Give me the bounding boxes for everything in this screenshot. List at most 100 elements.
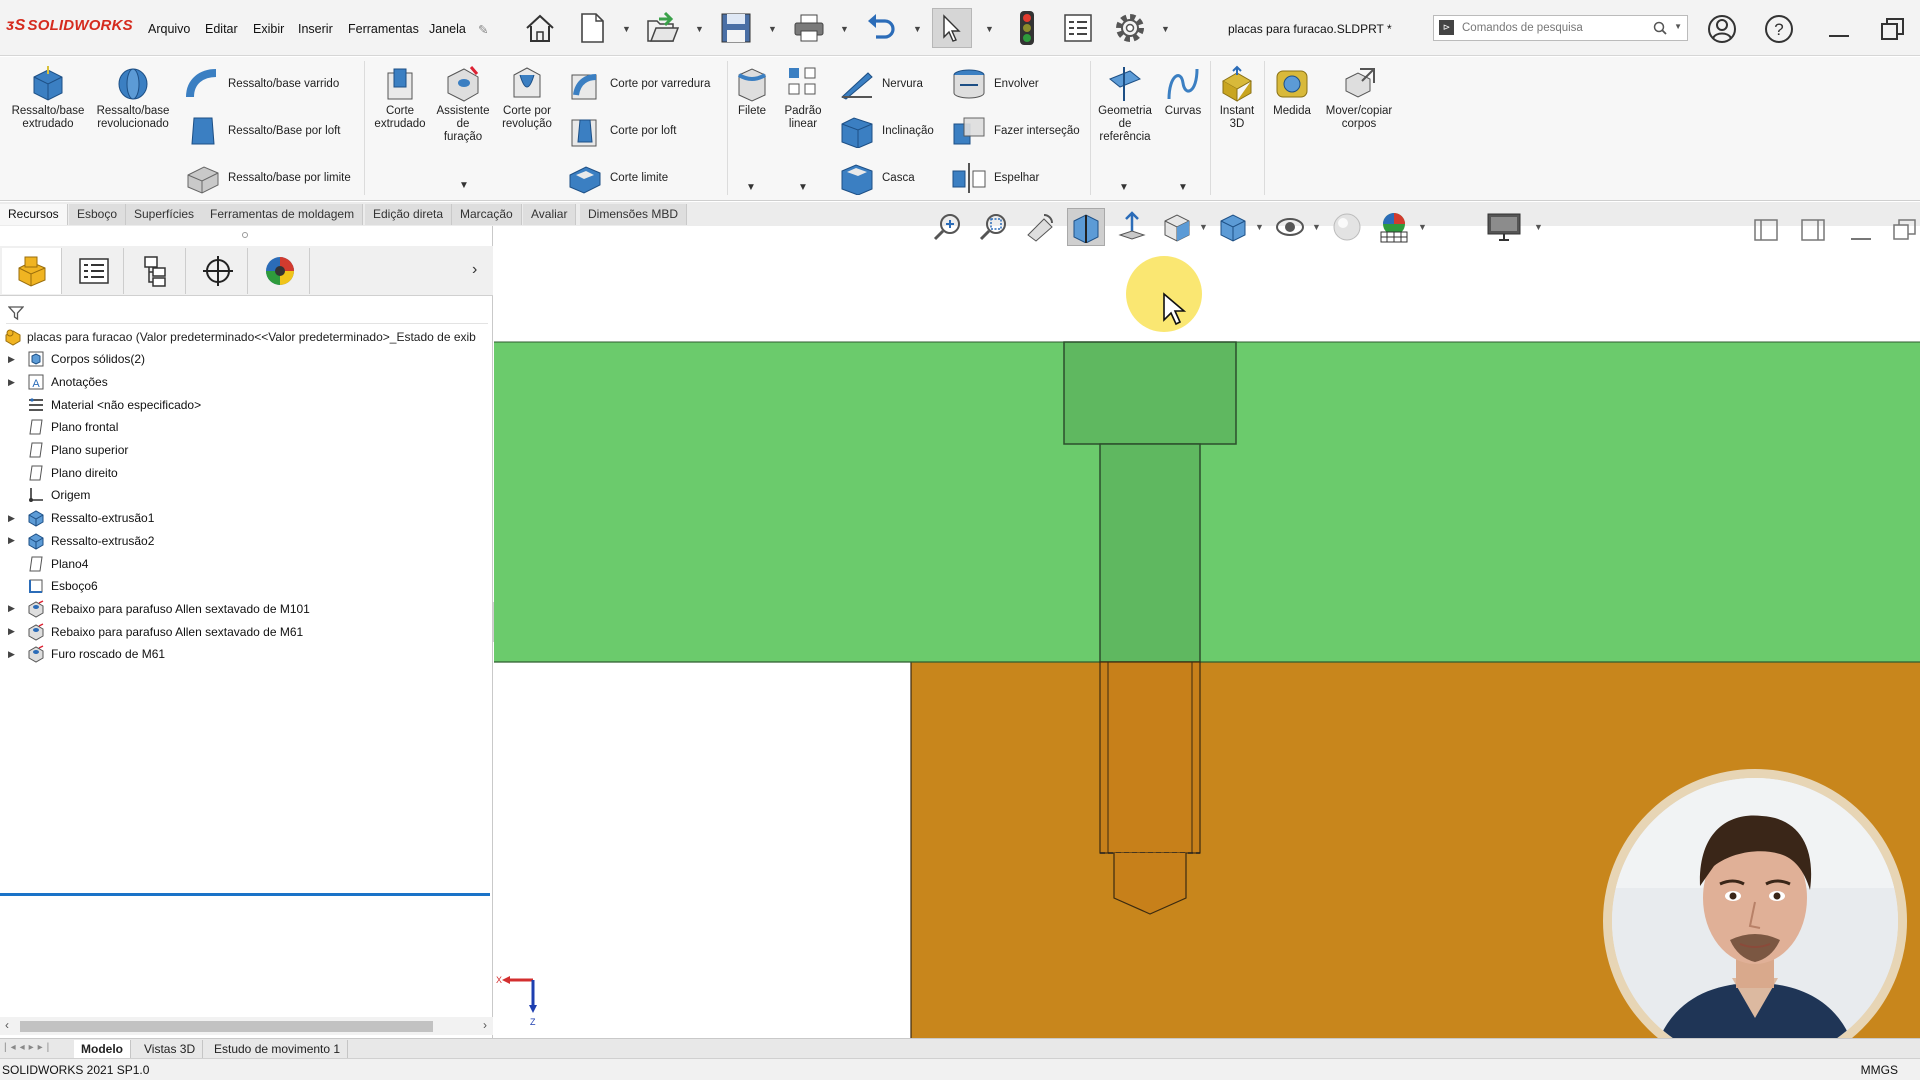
curves-button[interactable]: Curvas bbox=[1160, 65, 1206, 118]
chevron-down-icon[interactable]: ▼ bbox=[1418, 222, 1427, 232]
tab-esboco[interactable]: Esboço bbox=[69, 204, 127, 225]
boundary-cut-button[interactable]: Corte limite bbox=[566, 161, 668, 195]
chevron-down-icon[interactable]: ▼ bbox=[1119, 182, 1129, 193]
wrap-button[interactable]: Envolver bbox=[950, 67, 1039, 101]
tree-node[interactable]: ▶ Ressalto-extrusão2 bbox=[0, 530, 493, 553]
move-copy-bodies-button[interactable]: Mover/copiar corpos bbox=[1318, 65, 1400, 131]
mirror-button[interactable]: Espelhar bbox=[950, 161, 1039, 195]
user-account-icon[interactable] bbox=[1707, 14, 1737, 44]
extruded-boss-button[interactable]: Ressalto/base extrudado bbox=[8, 65, 88, 131]
chevron-down-icon[interactable]: ▼ bbox=[798, 182, 808, 193]
tab-estudo-movimento[interactable]: Estudo de movimento 1 bbox=[207, 1040, 349, 1058]
open-document-icon[interactable] bbox=[643, 8, 683, 48]
help-icon[interactable]: ? bbox=[1764, 14, 1794, 44]
menu-janela[interactable]: Janela bbox=[429, 22, 466, 36]
draft-button[interactable]: Inclinação bbox=[838, 114, 934, 148]
expand-arrow-icon[interactable]: ▶ bbox=[8, 603, 20, 614]
chevron-down-icon[interactable]: ▼ bbox=[695, 24, 705, 34]
view-settings-monitor-icon[interactable] bbox=[1485, 208, 1523, 246]
solidworks-logo[interactable]: ᴣS SOLIDWORKS bbox=[6, 17, 133, 35]
tree-node[interactable]: Plano4 bbox=[0, 552, 493, 575]
search-icon[interactable] bbox=[1653, 21, 1667, 35]
graphics-viewport[interactable]: X Z bbox=[494, 226, 1920, 1038]
tree-node[interactable]: Plano direito bbox=[0, 461, 493, 484]
viewport-minimize-icon[interactable] bbox=[1848, 217, 1874, 243]
shell-button[interactable]: Casca bbox=[838, 161, 915, 195]
edit-appearance-icon[interactable] bbox=[1328, 208, 1366, 246]
viewport-restore-icon[interactable] bbox=[1892, 217, 1918, 243]
rollback-bar[interactable] bbox=[0, 893, 490, 896]
tab-navigation-arrows-icon[interactable]: |◂◂▸▸| bbox=[4, 1042, 53, 1053]
tab-dimensoes-mbd[interactable]: Dimensões MBD bbox=[580, 204, 688, 225]
expand-arrow-icon[interactable]: ▶ bbox=[8, 649, 20, 660]
rebuild-icon[interactable] bbox=[1007, 8, 1047, 48]
tree-node[interactable]: Material <não especificado> bbox=[0, 393, 493, 416]
tree-node[interactable]: ▶ Corpos sólidos(2) bbox=[0, 348, 493, 371]
tab-avaliar[interactable]: Avaliar bbox=[523, 204, 577, 225]
swept-boss-button[interactable]: Ressalto/base varrido bbox=[184, 67, 339, 101]
instant3d-button[interactable]: Instant 3D bbox=[1212, 65, 1262, 131]
chevron-down-icon[interactable]: ▼ bbox=[1161, 24, 1171, 34]
chevron-down-icon[interactable]: ▼ bbox=[622, 24, 632, 34]
horizontal-scrollbar[interactable]: ‹ › bbox=[0, 1017, 493, 1035]
chevron-down-icon[interactable]: ▼ bbox=[840, 24, 850, 34]
chevron-down-icon[interactable]: ▼ bbox=[1312, 222, 1321, 232]
tree-node[interactable]: Esboço6 bbox=[0, 575, 493, 598]
section-view-icon[interactable] bbox=[1067, 208, 1105, 246]
boundary-boss-button[interactable]: Ressalto/base por limite bbox=[184, 161, 351, 195]
minimize-icon[interactable] bbox=[1824, 14, 1854, 44]
display-manager-tab[interactable] bbox=[250, 248, 310, 294]
chevron-down-icon[interactable]: ▼ bbox=[1199, 222, 1208, 232]
fillet-button[interactable]: Filete bbox=[730, 65, 774, 118]
tree-node[interactable]: Plano superior bbox=[0, 439, 493, 462]
chevron-down-icon[interactable]: ▼ bbox=[768, 24, 778, 34]
print-icon[interactable] bbox=[789, 8, 829, 48]
tree-node[interactable]: ▶ Furo roscado de M61 bbox=[0, 643, 493, 666]
expand-arrow-icon[interactable]: ▶ bbox=[8, 513, 20, 524]
chevron-right-icon[interactable]: › bbox=[472, 261, 477, 279]
tree-node[interactable]: ▶ A Anotações bbox=[0, 371, 493, 394]
tree-node[interactable]: ▶ Ressalto-extrusão1 bbox=[0, 507, 493, 530]
revolved-cut-button[interactable]: Corte por revolução bbox=[496, 65, 558, 131]
tree-node[interactable]: ▶ Rebaixo para parafuso Allen sextavado d… bbox=[0, 620, 493, 643]
options-gear-icon[interactable] bbox=[1110, 8, 1150, 48]
lofted-cut-button[interactable]: Corte por loft bbox=[566, 114, 676, 148]
home-icon[interactable] bbox=[520, 8, 560, 48]
menu-ferramentas[interactable]: Ferramentas bbox=[348, 22, 419, 36]
menu-inserir[interactable]: Inserir bbox=[298, 22, 333, 36]
apply-scene-icon[interactable] bbox=[1375, 208, 1413, 246]
search-input[interactable]: ⊳ Comandos de pesquisa ▼ bbox=[1433, 15, 1688, 41]
chevron-down-icon[interactable]: ▼ bbox=[459, 180, 469, 191]
configuration-manager-tab[interactable] bbox=[126, 248, 186, 294]
zoom-to-area-icon[interactable] bbox=[975, 208, 1013, 246]
viewport-split-right-icon[interactable] bbox=[1800, 217, 1826, 243]
tab-superficies[interactable]: Superfícies bbox=[126, 204, 204, 225]
tab-ferramentas-moldagem[interactable]: Ferramentas de moldagem bbox=[202, 204, 364, 225]
undo-icon[interactable] bbox=[861, 8, 901, 48]
view-orientation-icon[interactable] bbox=[1158, 208, 1196, 246]
chevron-down-icon[interactable]: ▼ bbox=[1178, 182, 1188, 193]
pin-icon[interactable]: ✎ bbox=[478, 22, 488, 37]
expand-arrow-icon[interactable]: ▶ bbox=[8, 626, 20, 637]
hole-wizard-button[interactable]: Assistente de furação bbox=[432, 65, 494, 144]
tab-modelo[interactable]: Modelo bbox=[74, 1040, 131, 1058]
scroll-right-icon[interactable]: › bbox=[483, 1018, 487, 1032]
chevron-down-icon[interactable]: ▼ bbox=[1534, 222, 1543, 232]
reference-geometry-button[interactable]: Geometria de referência bbox=[1092, 65, 1158, 144]
save-icon[interactable] bbox=[716, 8, 756, 48]
tab-marcacao[interactable]: Marcação bbox=[452, 204, 522, 225]
expand-arrow-icon[interactable]: ▶ bbox=[8, 535, 20, 546]
tab-recursos[interactable]: Recursos bbox=[0, 204, 68, 225]
expand-arrow-icon[interactable]: ▶ bbox=[8, 377, 20, 388]
tree-node[interactable]: Plano frontal bbox=[0, 416, 493, 439]
property-manager-tab[interactable] bbox=[64, 248, 124, 294]
chevron-down-icon[interactable]: ▼ bbox=[1255, 222, 1264, 232]
hide-show-items-icon[interactable] bbox=[1271, 208, 1309, 246]
revolved-boss-button[interactable]: Ressalto/base revolucionado bbox=[92, 65, 174, 131]
menu-editar[interactable]: Editar bbox=[205, 22, 238, 36]
display-style-icon[interactable] bbox=[1214, 208, 1252, 246]
restore-window-icon[interactable] bbox=[1878, 14, 1908, 44]
select-icon[interactable] bbox=[932, 8, 972, 48]
menu-exibir[interactable]: Exibir bbox=[253, 22, 284, 36]
chevron-down-icon[interactable]: ▼ bbox=[913, 24, 923, 34]
